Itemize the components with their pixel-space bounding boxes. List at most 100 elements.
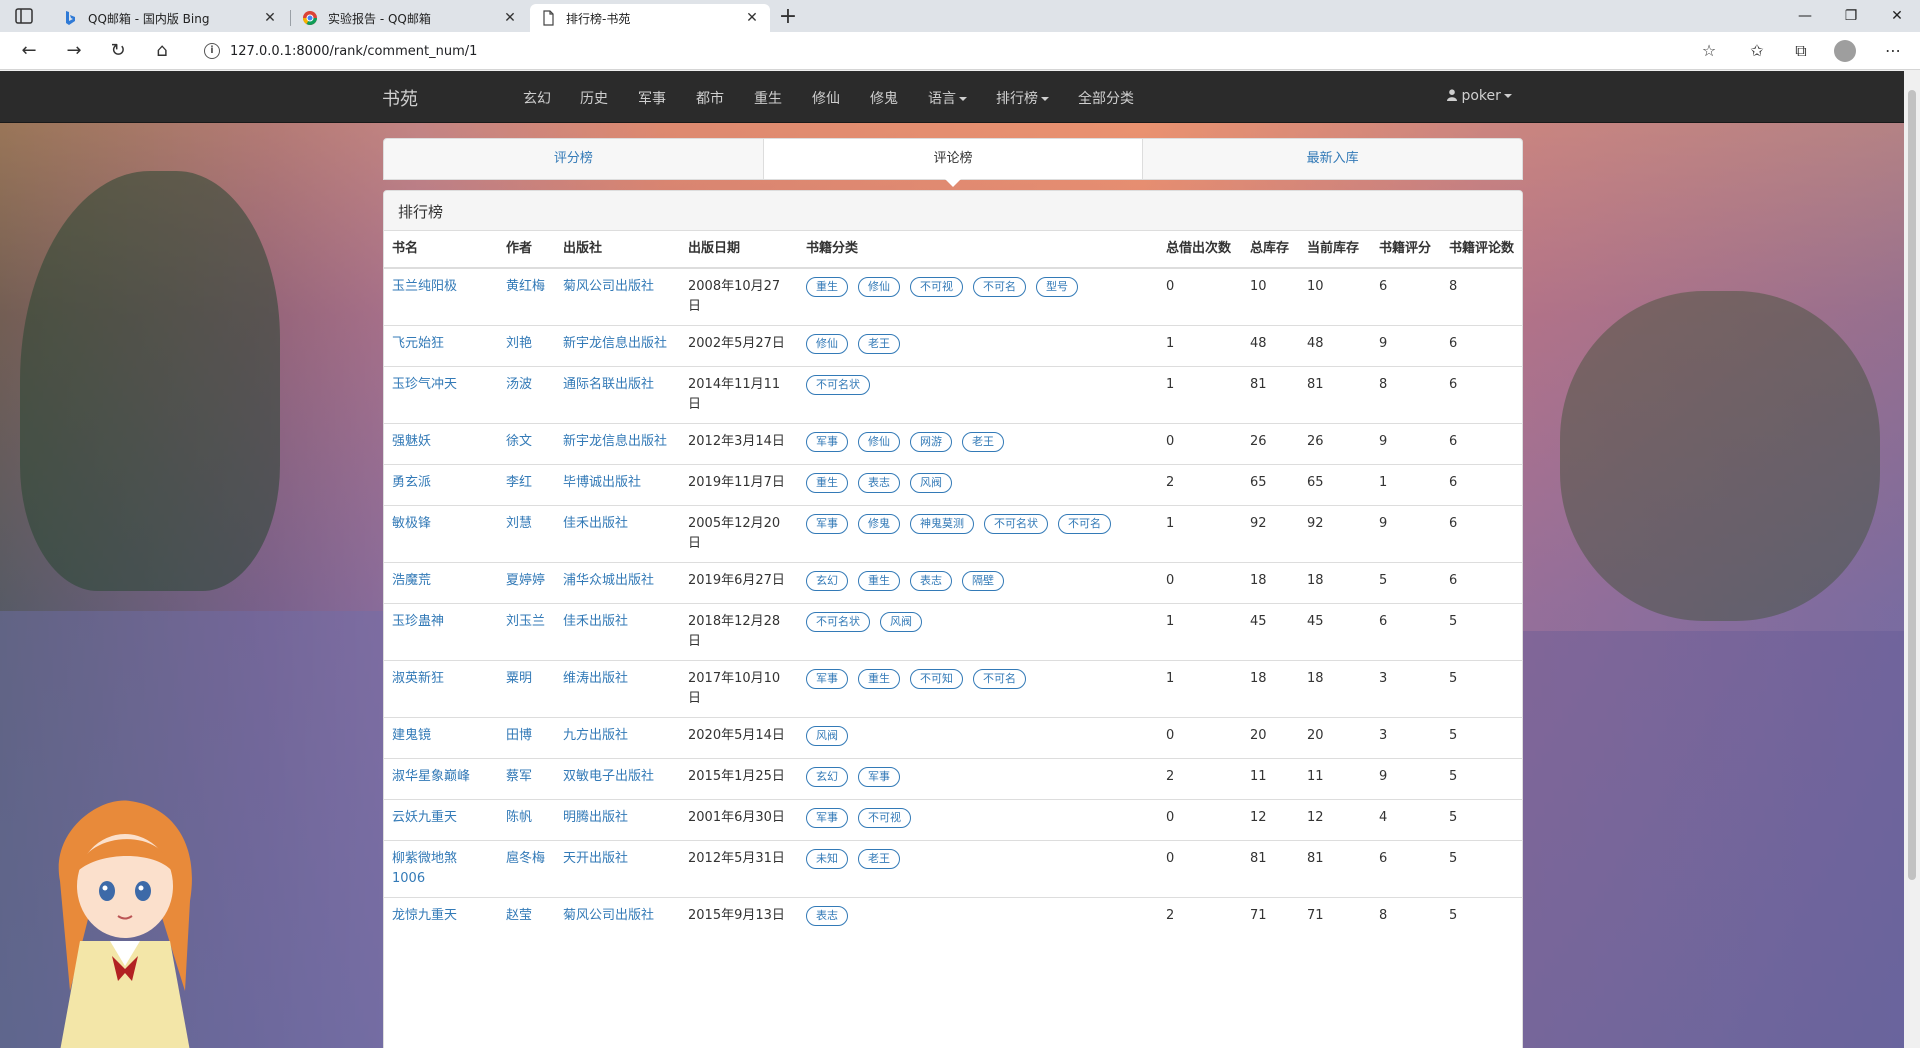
category-tag[interactable]: 表志 bbox=[858, 473, 900, 493]
publisher-link[interactable]: 双敏电子出版社 bbox=[563, 769, 654, 784]
publisher-link[interactable]: 天开出版社 bbox=[563, 851, 628, 866]
author-link[interactable]: 刘玉兰 bbox=[506, 614, 545, 629]
author-link[interactable]: 刘艳 bbox=[506, 336, 532, 351]
author-link[interactable]: 赵莹 bbox=[506, 908, 532, 923]
book-name-link[interactable]: 淑华星象巅峰 bbox=[392, 769, 470, 784]
close-icon[interactable]: ✕ bbox=[744, 10, 760, 26]
author-link[interactable]: 徐文 bbox=[506, 434, 532, 449]
back-arrow-icon[interactable]: ← bbox=[14, 37, 44, 65]
author-link[interactable]: 蔡军 bbox=[506, 769, 532, 784]
nav-item-xiuxian[interactable]: 修仙 bbox=[812, 88, 840, 108]
info-icon[interactable]: i bbox=[204, 43, 220, 59]
book-name-link[interactable]: 玉珍蛊神 bbox=[392, 614, 444, 629]
nav-item-military[interactable]: 军事 bbox=[638, 88, 666, 108]
close-icon[interactable]: ✕ bbox=[262, 10, 278, 26]
category-tag[interactable]: 型号 bbox=[1036, 277, 1078, 297]
category-tag[interactable]: 不可名状 bbox=[984, 514, 1048, 534]
publisher-link[interactable]: 通际名联出版社 bbox=[563, 377, 654, 392]
category-tag[interactable]: 不可名 bbox=[1058, 514, 1111, 534]
book-name-link[interactable]: 玉珍气冲天 bbox=[392, 377, 457, 392]
category-tag[interactable]: 重生 bbox=[858, 571, 900, 591]
category-tag[interactable]: 修仙 bbox=[806, 334, 848, 354]
category-tag[interactable]: 风阀 bbox=[910, 473, 952, 493]
author-link[interactable]: 粟明 bbox=[506, 671, 532, 686]
book-name-link[interactable]: 建鬼镜 bbox=[392, 728, 431, 743]
category-tag[interactable]: 风阀 bbox=[880, 612, 922, 632]
publisher-link[interactable]: 浦华众城出版社 bbox=[563, 573, 654, 588]
address-bar[interactable]: i 127.0.0.1:8000/rank/comment_num/1 bbox=[190, 36, 1720, 66]
close-icon[interactable]: ✕ bbox=[502, 10, 518, 26]
browser-tab-active[interactable]: 排行榜-书苑 ✕ bbox=[530, 4, 770, 32]
category-tag[interactable]: 表志 bbox=[806, 906, 848, 926]
home-icon[interactable]: ⌂ bbox=[147, 37, 177, 65]
category-tag[interactable]: 不可知 bbox=[910, 669, 963, 689]
browser-tab-bing[interactable]: QQ邮箱 - 国内版 Bing ✕ bbox=[52, 4, 288, 32]
book-name-link[interactable]: 强魅妖 bbox=[392, 434, 431, 449]
category-tag[interactable]: 不可名 bbox=[973, 277, 1026, 297]
book-name-link[interactable]: 玉兰纯阳极 bbox=[392, 279, 457, 294]
publisher-link[interactable]: 佳禾出版社 bbox=[563, 614, 628, 629]
category-tag[interactable]: 不可名状 bbox=[806, 612, 870, 632]
nav-item-xiugui[interactable]: 修鬼 bbox=[870, 88, 898, 108]
category-tag[interactable]: 未知 bbox=[806, 849, 848, 869]
publisher-link[interactable]: 菊风公司出版社 bbox=[563, 908, 654, 923]
more-menu-icon[interactable]: ⋯ bbox=[1878, 37, 1908, 65]
book-name-link[interactable]: 飞元始狂 bbox=[392, 336, 444, 351]
category-tag[interactable]: 重生 bbox=[858, 669, 900, 689]
new-tab-icon[interactable]: + bbox=[774, 4, 802, 32]
tab-actions-icon[interactable] bbox=[14, 7, 34, 25]
book-name-link[interactable]: 敏极锋 bbox=[392, 516, 431, 531]
category-tag[interactable]: 军事 bbox=[806, 669, 848, 689]
nav-dropdown-language[interactable]: 语言 bbox=[928, 88, 967, 108]
category-tag[interactable]: 隔壁 bbox=[962, 571, 1004, 591]
category-tag[interactable]: 军事 bbox=[806, 808, 848, 828]
category-tag[interactable]: 修仙 bbox=[858, 277, 900, 297]
book-name-link[interactable]: 云妖九重天 bbox=[392, 810, 457, 825]
category-tag[interactable]: 修鬼 bbox=[858, 514, 900, 534]
book-name-link[interactable]: 浩魔荒 bbox=[392, 573, 431, 588]
publisher-link[interactable]: 明腾出版社 bbox=[563, 810, 628, 825]
category-tag[interactable]: 重生 bbox=[806, 277, 848, 297]
category-tag[interactable]: 老王 bbox=[962, 432, 1004, 452]
category-tag[interactable]: 军事 bbox=[806, 514, 848, 534]
book-name-link[interactable]: 淑英新狂 bbox=[392, 671, 444, 686]
publisher-link[interactable]: 九方出版社 bbox=[563, 728, 628, 743]
tab-comment-rank[interactable]: 评论榜 bbox=[763, 139, 1144, 187]
window-close-icon[interactable]: ✕ bbox=[1874, 0, 1920, 32]
category-tag[interactable]: 老王 bbox=[858, 849, 900, 869]
profile-avatar[interactable] bbox=[1834, 40, 1856, 62]
refresh-icon[interactable]: ↻ bbox=[103, 37, 133, 65]
author-link[interactable]: 李红 bbox=[506, 475, 532, 490]
author-link[interactable]: 夏婷婷 bbox=[506, 573, 545, 588]
publisher-link[interactable]: 新宇龙信息出版社 bbox=[563, 434, 667, 449]
category-tag[interactable]: 不可名 bbox=[973, 669, 1026, 689]
scrollbar-thumb[interactable] bbox=[1908, 90, 1916, 880]
user-menu[interactable]: poker bbox=[1447, 88, 1512, 104]
publisher-link[interactable]: 佳禾出版社 bbox=[563, 516, 628, 531]
author-link[interactable]: 扈冬梅 bbox=[506, 851, 545, 866]
nav-item-rebirth[interactable]: 重生 bbox=[754, 88, 782, 108]
publisher-link[interactable]: 新宇龙信息出版社 bbox=[563, 336, 667, 351]
tab-newest[interactable]: 最新入库 bbox=[1143, 139, 1522, 179]
collections-icon[interactable]: ⧉ bbox=[1786, 37, 1816, 65]
minimize-icon[interactable]: — bbox=[1782, 0, 1828, 32]
category-tag[interactable]: 军事 bbox=[858, 767, 900, 787]
category-tag[interactable]: 风阀 bbox=[806, 726, 848, 746]
nav-item-city[interactable]: 都市 bbox=[696, 88, 724, 108]
category-tag[interactable]: 玄幻 bbox=[806, 767, 848, 787]
book-name-link[interactable]: 勇玄派 bbox=[392, 475, 431, 490]
publisher-link[interactable]: 毕博诚出版社 bbox=[563, 475, 641, 490]
browser-tab-mail[interactable]: 实验报告 - QQ邮箱 ✕ bbox=[292, 4, 528, 32]
category-tag[interactable]: 军事 bbox=[806, 432, 848, 452]
author-link[interactable]: 刘慧 bbox=[506, 516, 532, 531]
tab-score-rank[interactable]: 评分榜 bbox=[384, 139, 764, 179]
category-tag[interactable]: 神鬼莫测 bbox=[910, 514, 974, 534]
category-tag[interactable]: 不可名状 bbox=[806, 375, 870, 395]
category-tag[interactable]: 不可视 bbox=[910, 277, 963, 297]
publisher-link[interactable]: 维涛出版社 bbox=[563, 671, 628, 686]
nav-item-history[interactable]: 历史 bbox=[580, 88, 608, 108]
category-tag[interactable]: 表志 bbox=[910, 571, 952, 591]
nav-item-xuanhuan[interactable]: 玄幻 bbox=[523, 88, 551, 108]
category-tag[interactable]: 网游 bbox=[910, 432, 952, 452]
favorites-icon[interactable]: ✩ bbox=[1742, 37, 1772, 65]
